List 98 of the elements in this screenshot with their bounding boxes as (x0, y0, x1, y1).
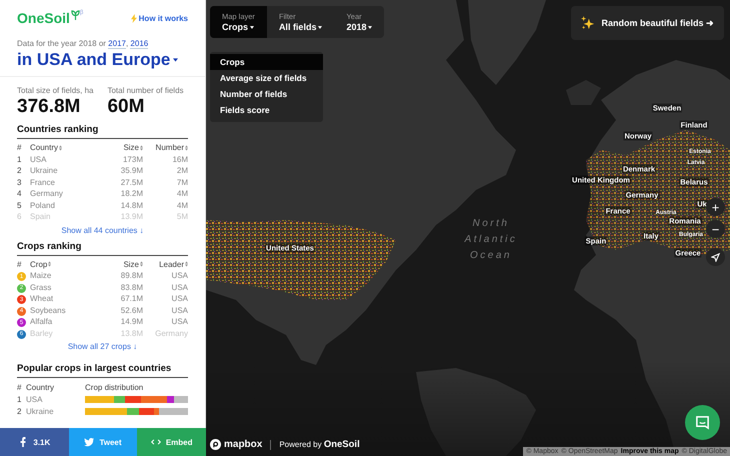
show-all-link[interactable]: Show all 27 crops ↓ (17, 342, 188, 351)
world-map-drawing[interactable] (206, 0, 730, 456)
sort-icon (59, 144, 62, 151)
menu-item[interactable]: Crops (210, 54, 323, 70)
table-cell-text: 14.8M (120, 200, 143, 210)
column-header: Country (26, 382, 56, 392)
region-selector[interactable]: in USA and Europe (17, 50, 188, 70)
caret-icon (173, 58, 178, 62)
table-cell-text: 4M (176, 200, 188, 210)
table-cell-text: France (30, 178, 56, 187)
table-cell-text: 89.8M (120, 271, 143, 280)
caret-icon (368, 26, 372, 28)
stat-label: Total size of fields, ha (17, 86, 94, 95)
table-cell-text: Spain (30, 212, 52, 222)
sort-icon (140, 261, 143, 268)
table-cell-text: 2M (176, 166, 188, 176)
table-cell-text: 52.6M (120, 306, 143, 315)
chat-icon (695, 415, 710, 430)
table-cell-text: Alfalfa (30, 317, 54, 326)
year-link[interactable]: 2016 (130, 39, 148, 49)
table-cell-text: 7M (176, 178, 188, 187)
sort-icon (48, 261, 52, 268)
table-cell-text: Germany (30, 189, 64, 198)
code-icon (150, 437, 161, 447)
table-cell-text: 83.8M (120, 282, 143, 292)
table-cell-text: 16M (171, 154, 188, 164)
facebook-icon (18, 437, 28, 447)
lightning-icon (130, 14, 137, 22)
column-header[interactable]: Country (30, 143, 99, 152)
caret-icon (250, 26, 254, 28)
stat-value: 60M (107, 96, 146, 118)
section-title: Countries ranking (17, 124, 188, 139)
column-header[interactable]: Size (99, 260, 143, 269)
show-all-link[interactable]: Show all 44 countries ↓ (17, 226, 188, 234)
table-cell-text: Ukraine (30, 166, 59, 176)
column-header: Crop distribution (85, 382, 144, 392)
table-cell-text: Poland (30, 200, 56, 210)
table-cell-text: Maize (30, 271, 52, 280)
compass-arrow-icon (711, 252, 720, 262)
table-cell-text: 2 (17, 166, 22, 176)
table-cell-text: 173M (122, 154, 143, 164)
random-fields-button[interactable]: Random beautiful fields ➜ (571, 6, 724, 40)
table-cell-text: 67.1M (120, 294, 143, 304)
table-cell-text: USA (170, 271, 188, 280)
table-cell-text: 5 (17, 200, 22, 210)
table-cell-text: USA (26, 394, 44, 404)
table-cell-text: 13.8M (120, 328, 143, 338)
table-cell-text: 4 (17, 189, 22, 198)
table-cell-text: 1 (17, 154, 22, 164)
facebook-share-button[interactable]: 3.1K (0, 428, 69, 456)
year-note: Data for the year 2018 or 2017, 2016 (17, 39, 150, 48)
table-cell-text: 13.9M (120, 212, 143, 222)
column-header: # (17, 382, 22, 392)
stat-value: 376.8M (17, 96, 82, 118)
mapbox-logo[interactable]: mapbox (210, 439, 262, 450)
table-cell-text: USA (170, 317, 188, 326)
column-header[interactable]: Leader (143, 260, 188, 269)
how-it-works-link[interactable]: How it works (130, 14, 188, 22)
menu-item[interactable]: Average size of fields (210, 70, 323, 86)
table-cell-text: 4M (176, 189, 188, 198)
bird-icon (84, 437, 94, 447)
powered-by-text: Powered by OneSoil (279, 439, 360, 450)
ocean-label: North Atlantic Ocean (463, 217, 518, 263)
year-link[interactable]: 2017 (108, 39, 126, 49)
section-title: Crops ranking (17, 240, 188, 256)
table-cell-text: USA (170, 306, 188, 315)
section-title: Popular crops in largest countries (17, 363, 188, 378)
table-cell-text: USA (170, 294, 188, 304)
menu-item[interactable]: Number of fields (210, 86, 323, 102)
table-cell-text: Wheat (30, 294, 54, 304)
column-header: # (17, 260, 22, 269)
table-cell-text: 2 (17, 406, 22, 416)
table-cell-text: Germany (154, 328, 188, 338)
table-cell-text: 14.9M (120, 317, 143, 326)
column-header: # (17, 143, 22, 152)
table-cell-text: USA (30, 154, 48, 164)
column-header[interactable]: Size (99, 143, 143, 152)
caret-icon (318, 26, 322, 28)
menu-item[interactable]: Fields score (210, 102, 323, 118)
sparkles-icon (581, 16, 596, 30)
sort-icon (140, 144, 143, 151)
sort-icon (185, 261, 188, 268)
stat-label: Total number of fields (107, 86, 184, 95)
table-cell-text: 35.9M (120, 166, 143, 176)
table-cell-text: 27.5M (120, 178, 143, 187)
sort-icon (185, 144, 188, 151)
column-header[interactable]: Number (143, 143, 188, 152)
column-header[interactable]: Crop (30, 260, 99, 269)
table-cell-text: 18.2M (120, 189, 143, 198)
table-cell-text: Soybeans (30, 306, 67, 315)
table-cell-text: Barley (30, 328, 54, 338)
table-cell-text: USA (170, 282, 188, 292)
table-cell-text: 1 (17, 394, 22, 404)
table-cell-text: Grass (30, 282, 52, 292)
table-cell-text: 6 (17, 212, 22, 222)
table-cell-text: 3 (17, 178, 22, 187)
table-cell-text: 5M (176, 212, 188, 222)
table-cell-text: Ukraine (26, 406, 55, 416)
